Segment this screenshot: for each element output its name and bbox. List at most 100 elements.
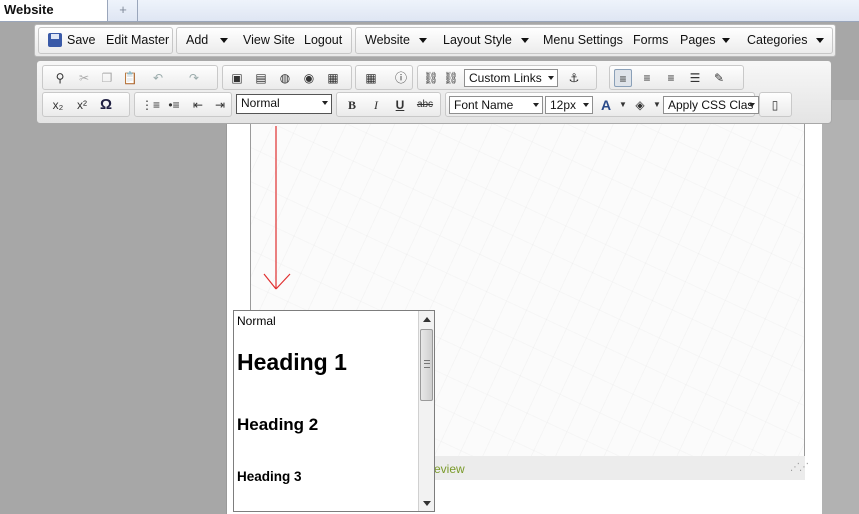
view-site-button[interactable]: View Site — [243, 28, 295, 53]
browser-tab[interactable]: Website — [0, 0, 108, 21]
font-name-label: Font Name — [454, 98, 514, 112]
font-color-icon[interactable]: A — [597, 96, 615, 114]
subscript-icon[interactable]: x₂ — [49, 96, 67, 114]
chevron-down-icon — [322, 101, 328, 105]
media-icon[interactable]: ◉ — [300, 69, 318, 87]
layout-style-caret-icon[interactable] — [521, 38, 529, 43]
copy-icon[interactable]: ❐ — [98, 69, 116, 87]
custom-links-dropdown[interactable]: Custom Links — [464, 69, 558, 87]
format-dropdown-popup: Normal Heading 1 Heading 2 Heading 3 — [233, 310, 435, 512]
bold-button[interactable]: B — [343, 96, 361, 114]
pages-menu[interactable]: Pages — [680, 28, 715, 53]
chevron-down-icon — [533, 103, 539, 107]
table-group: ▦ ⓘ — [355, 65, 413, 90]
undo-icon[interactable]: ↶ — [149, 69, 167, 87]
source-icon[interactable]: ▯ — [766, 96, 784, 114]
website-caret-icon[interactable] — [419, 38, 427, 43]
align-left-icon[interactable]: ≡ — [614, 69, 632, 87]
forms-button[interactable]: Forms — [633, 28, 668, 53]
format-option-heading-1[interactable]: Heading 1 — [237, 349, 347, 376]
script-group: x₂ x² Ω — [42, 92, 130, 117]
strikethrough-button[interactable]: abc — [413, 96, 437, 114]
save-icon — [48, 33, 62, 47]
link-group: ⛓ ⛓ Custom Links ⚓ — [417, 65, 597, 90]
new-tab-button[interactable]: + — [109, 0, 138, 21]
font-name-dropdown[interactable]: Font Name — [449, 96, 543, 114]
custom-links-label: Custom Links — [469, 71, 542, 85]
image-icon[interactable]: ▣ — [228, 69, 246, 87]
redo-icon[interactable]: ↷ — [185, 69, 203, 87]
add-caret-icon[interactable] — [220, 38, 228, 43]
scroll-thumb[interactable] — [420, 329, 433, 401]
website-menu[interactable]: Website — [365, 28, 410, 53]
edit-master-button[interactable]: Edit Master — [106, 28, 169, 53]
italic-button[interactable]: I — [367, 96, 385, 114]
flash-icon[interactable]: ◍ — [276, 69, 294, 87]
list-group: ⋮≡ •≡ ⇤ ⇥ — [134, 92, 232, 117]
menu-group-actions: Add View Site Logout — [176, 27, 352, 54]
admin-menu-bar: Save Edit Master Add View Site Logout We… — [34, 24, 836, 57]
menu-group-site: Website Layout Style Menu Settings Forms… — [355, 27, 833, 54]
font-group: Font Name 12px A ▼ ◈ ▼ Apply CSS Clas — [445, 92, 759, 117]
help-icon[interactable]: ⓘ — [392, 69, 410, 87]
unlink-icon[interactable]: ⛓ — [442, 69, 460, 87]
cut-icon[interactable]: ✂ — [75, 69, 93, 87]
pages-caret-icon[interactable] — [722, 38, 730, 43]
chevron-down-icon — [583, 103, 589, 107]
justify-icon[interactable]: ☰ — [686, 69, 704, 87]
paste-icon[interactable]: 📋 — [121, 69, 139, 87]
resize-grip-icon[interactable]: ⋰⋰ — [790, 462, 809, 473]
scroll-down-icon[interactable] — [423, 501, 431, 506]
logout-button[interactable]: Logout — [304, 28, 342, 53]
css-class-dropdown[interactable]: Apply CSS Clas — [663, 96, 759, 114]
chevron-down-icon — [548, 76, 554, 80]
preview-tab[interactable]: review — [430, 462, 465, 476]
template-icon[interactable]: ▦ — [324, 69, 342, 87]
superscript-icon[interactable]: x² — [73, 96, 91, 114]
browser-tab-strip: Website + — [0, 0, 859, 22]
align-center-icon[interactable]: ≡ — [638, 69, 656, 87]
omega-icon[interactable]: Ω — [97, 96, 115, 114]
source-group: ▯ — [759, 92, 792, 117]
font-size-dropdown[interactable]: 12px — [545, 96, 593, 114]
grip-icon — [424, 360, 430, 368]
clipboard-group: ⚲ ✂ ❐ 📋 ↶ ↷ — [42, 65, 218, 90]
categories-caret-icon[interactable] — [816, 38, 824, 43]
menu-group-file: Save Edit Master — [38, 27, 173, 54]
document-icon[interactable]: ▤ — [252, 69, 270, 87]
font-color-caret-icon[interactable]: ▼ — [614, 96, 632, 114]
highlight-icon[interactable]: ◈ — [631, 96, 649, 114]
indent-icon[interactable]: ⇥ — [211, 96, 229, 114]
text-style-group: B I U abc — [336, 92, 441, 117]
chevron-down-icon — [749, 103, 755, 107]
annotation-arrow — [263, 126, 291, 290]
unordered-list-icon[interactable]: •≡ — [165, 96, 183, 114]
clean-icon[interactable]: ✎ — [710, 69, 728, 87]
popup-scrollbar[interactable] — [418, 311, 434, 511]
editor-toolbar: ⚲ ✂ ❐ 📋 ↶ ↷ ▣ ▤ ◍ ◉ ▦ ▦ ⓘ ⛓ ⛓ Custom Lin… — [36, 60, 832, 124]
font-size-label: 12px — [550, 98, 577, 112]
underline-button[interactable]: U — [391, 96, 409, 114]
categories-menu[interactable]: Categories — [747, 28, 807, 53]
save-button[interactable]: Save — [67, 28, 96, 53]
find-icon[interactable]: ⚲ — [51, 69, 69, 87]
format-dropdown-label: Normal — [241, 96, 280, 110]
ordered-list-icon[interactable]: ⋮≡ — [141, 96, 160, 114]
add-menu[interactable]: Add — [186, 28, 208, 53]
link-icon[interactable]: ⛓ — [422, 69, 440, 87]
anchor-icon[interactable]: ⚓ — [565, 69, 583, 87]
format-option-normal[interactable]: Normal — [237, 314, 276, 328]
format-option-heading-3[interactable]: Heading 3 — [237, 469, 302, 484]
table-icon[interactable]: ▦ — [362, 69, 380, 87]
format-dropdown[interactable]: Normal — [236, 94, 332, 114]
scroll-up-icon[interactable] — [423, 317, 431, 322]
menu-settings-button[interactable]: Menu Settings — [543, 28, 623, 53]
align-group: ≡ ≡ ≡ ☰ ✎ — [609, 65, 744, 90]
align-right-icon[interactable]: ≡ — [662, 69, 680, 87]
insert-media-group: ▣ ▤ ◍ ◉ ▦ — [222, 65, 352, 90]
css-class-label: Apply CSS Clas — [668, 98, 754, 112]
format-option-heading-2[interactable]: Heading 2 — [237, 415, 318, 435]
right-margin — [822, 100, 859, 514]
layout-style-menu[interactable]: Layout Style — [443, 28, 512, 53]
outdent-icon[interactable]: ⇤ — [189, 96, 207, 114]
